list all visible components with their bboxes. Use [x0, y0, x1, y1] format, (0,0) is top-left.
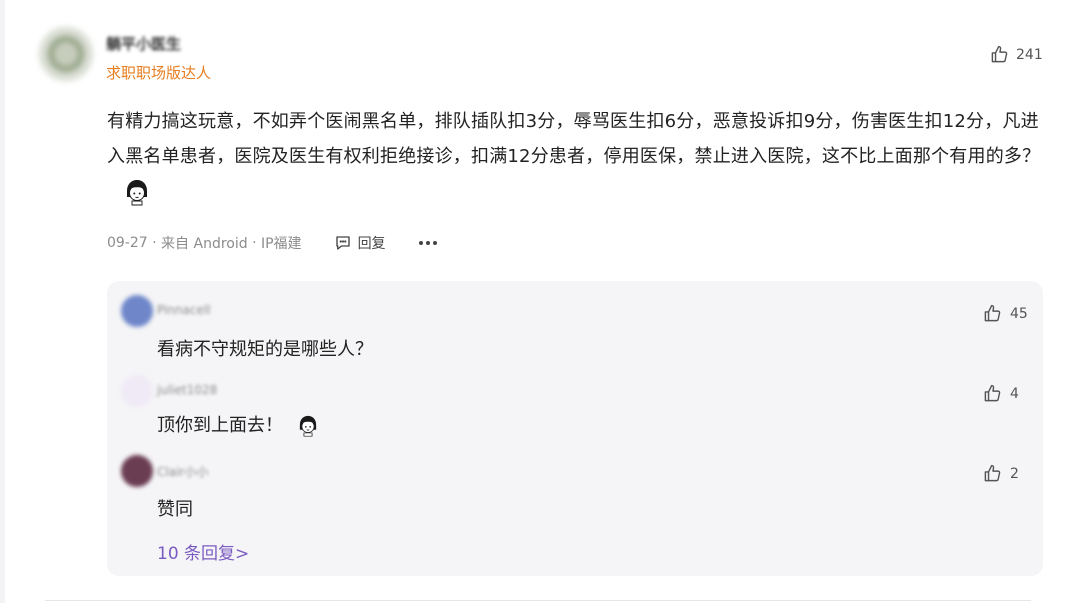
reply-text: 看病不守规矩的是哪些人？ [157, 339, 373, 360]
girl-emoji-icon [299, 415, 317, 437]
comment-source: 来自 Android [161, 236, 248, 252]
reply-list: Pinnacell 45 看病不守规矩的是哪些人？ juliet1028 4 顶… [107, 281, 1043, 576]
username[interactable]: 躺平小医生 [106, 33, 181, 54]
separator: · [247, 235, 261, 251]
thumbs-up-icon [984, 304, 1001, 322]
avatar[interactable] [121, 455, 153, 487]
user-tag: 求职职场版达人 [106, 64, 212, 82]
comment-body: 有精力搞这玩意，不如弄个医闹黑名单，排队插队扣3分，辱骂医生扣6分，恶意投诉扣9… [107, 104, 1052, 210]
comment-text: 有精力搞这玩意，不如弄个医闹黑名单，排队插队扣3分，辱骂医生扣6分，恶意投诉扣9… [107, 111, 1041, 167]
reply-username[interactable]: Pinnacell [157, 303, 211, 317]
like-button[interactable]: 241 [990, 45, 1043, 64]
more-dot [418, 241, 423, 245]
reply-button[interactable]: 回复 [334, 233, 386, 253]
comment-date: 09-27 [107, 235, 148, 251]
separator: · [147, 235, 162, 251]
thumbs-up-icon [984, 384, 1001, 402]
more-dot [425, 241, 430, 245]
view-more-replies-link[interactable]: 10 条回复> [157, 539, 249, 564]
thumbs-up-icon [991, 45, 1008, 63]
reply-username[interactable]: Clair小小 [157, 463, 208, 480]
reply-button-label: 回复 [357, 236, 386, 252]
like-count: 4 [1010, 385, 1019, 402]
avatar[interactable] [121, 295, 153, 327]
avatar[interactable] [39, 27, 93, 81]
reply-content: 顶你到上面去！ [157, 411, 321, 437]
more-dot [432, 241, 437, 245]
comment-ip: IP福建 [260, 236, 302, 252]
like-count: 45 [1010, 305, 1028, 322]
reply-username[interactable]: juliet1028 [157, 383, 217, 397]
ellipsis-icon[interactable] [418, 241, 437, 245]
divider [45, 600, 1031, 601]
reply-text: 赞同 [157, 499, 193, 520]
girl-emoji-icon [127, 180, 147, 206]
thumbs-up-icon [984, 464, 1001, 482]
reply-text: 顶你到上面去！ [157, 415, 283, 436]
like-button[interactable]: 4 [983, 384, 1019, 403]
comment-meta: 09-27 · 来自 Android · IP福建 回复 [107, 233, 437, 253]
speech-bubble-icon [335, 236, 350, 250]
avatar[interactable] [121, 375, 153, 407]
like-button[interactable]: 45 [983, 304, 1028, 323]
like-count: 2 [1010, 465, 1019, 482]
like-button[interactable]: 2 [983, 464, 1019, 483]
like-count: 241 [1016, 46, 1043, 63]
left-edge-panel [0, 0, 5, 603]
